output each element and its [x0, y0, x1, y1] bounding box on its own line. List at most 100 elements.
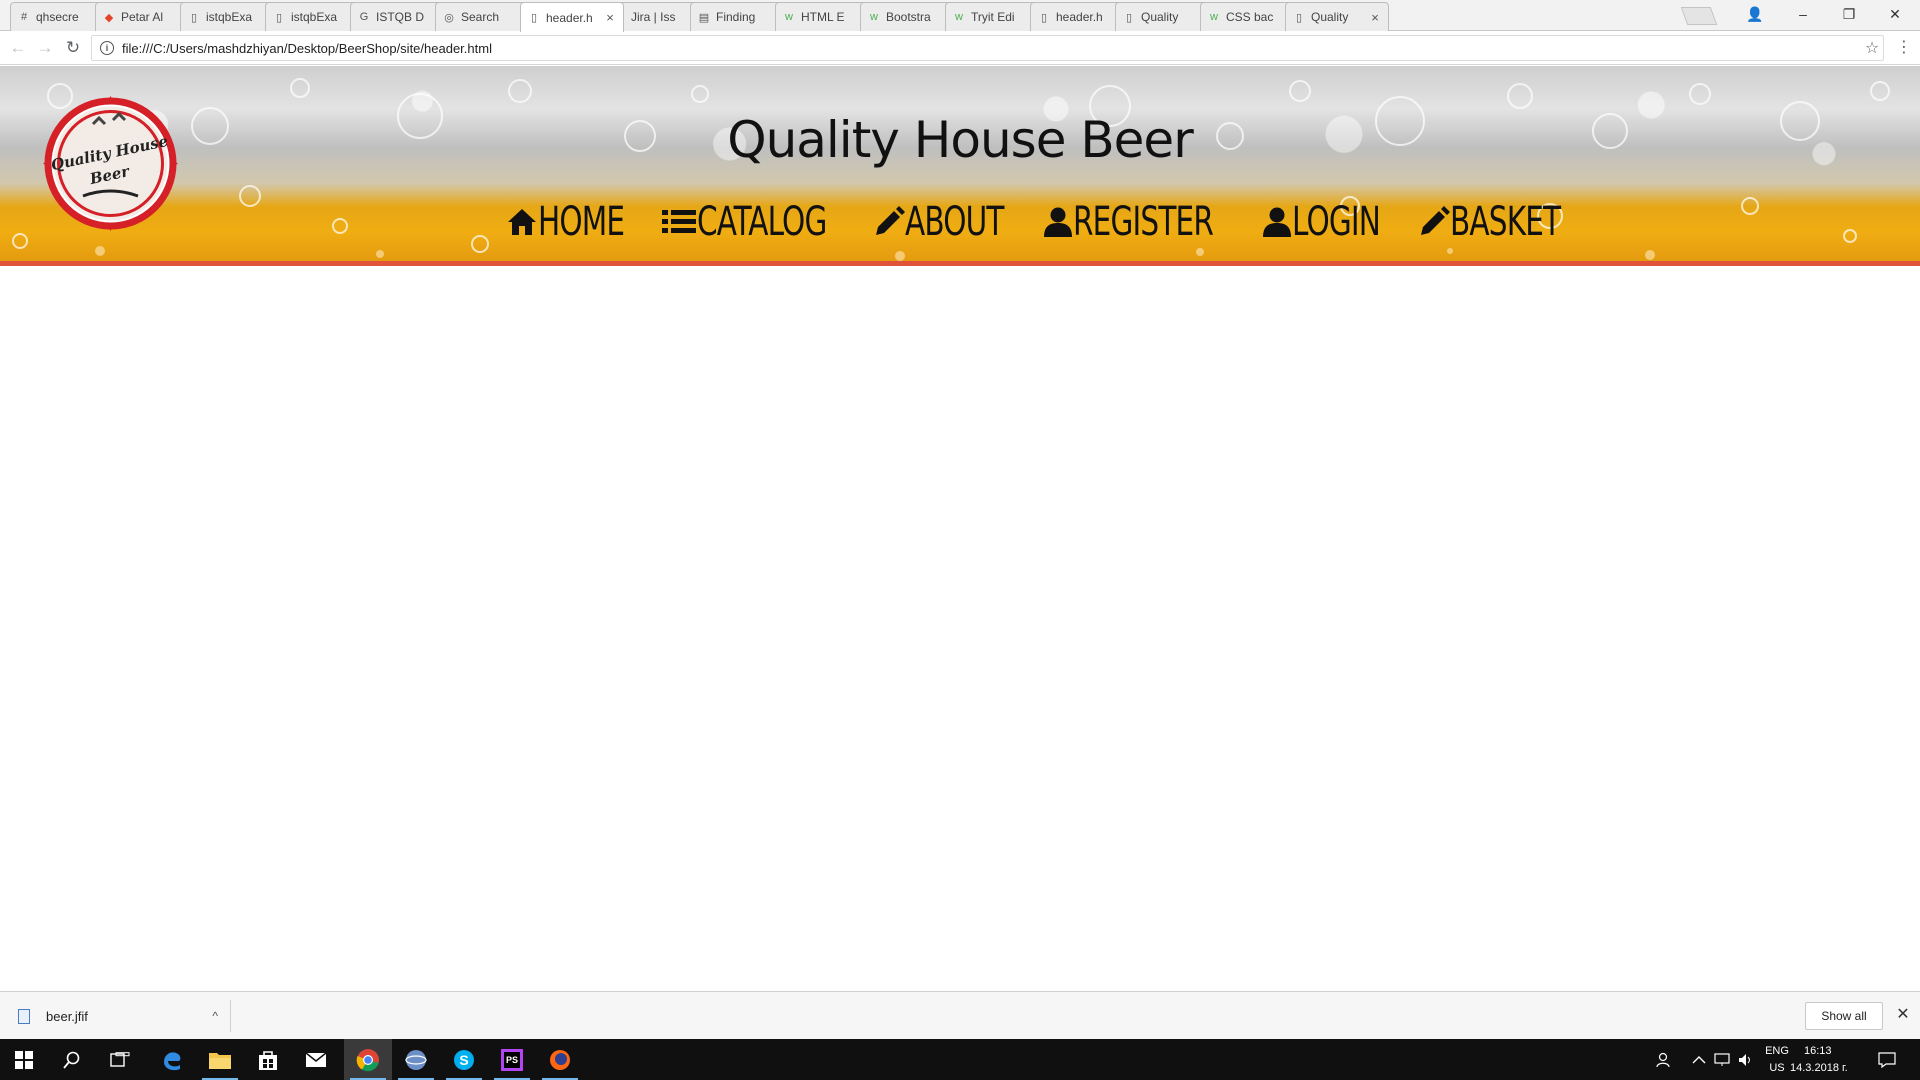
nav-home[interactable]: HOME — [506, 194, 643, 250]
user-icon — [1044, 207, 1073, 237]
tab-title: Quality — [1311, 10, 1349, 24]
hash-icon: # — [20, 11, 28, 23]
nav-basket[interactable]: BASKET — [1418, 194, 1584, 250]
download-shelf: beer.jfif ^ Show all ✕ — [0, 991, 1920, 1039]
chrome-taskbar-button[interactable] — [344, 1039, 392, 1080]
pencil-icon — [876, 206, 906, 235]
tab-title: Finding — [716, 10, 756, 24]
windows-logo-icon — [15, 1050, 33, 1069]
browser-toolbar: ← → ↻ i file:///C:/Users/mashdzhiyan/Des… — [0, 31, 1920, 65]
svg-text:PS: PS — [506, 1055, 518, 1065]
forward-button[interactable]: → — [33, 36, 57, 60]
address-bar[interactable]: i file:///C:/Users/mashdzhiyan/Desktop/B… — [91, 35, 1884, 61]
network-app-taskbar-button[interactable] — [392, 1039, 440, 1080]
url-text[interactable]: file:///C:/Users/mashdzhiyan/Desktop/Bee… — [122, 41, 1861, 56]
gitlab-icon: ◆ — [104, 11, 114, 24]
info-icon[interactable]: i — [100, 41, 114, 55]
nav-about-label: ABOUT — [905, 199, 1004, 245]
new-tab-button[interactable] — [1680, 7, 1718, 25]
language-indicator[interactable]: ENG US — [1763, 1043, 1791, 1077]
system-clock[interactable]: 16:13 14.3.2018 г. — [1790, 1043, 1870, 1077]
circle-icon: ◎ — [444, 11, 454, 24]
page-icon: ▯ — [1040, 11, 1048, 24]
tab-title: Search — [461, 10, 500, 24]
task-view-button[interactable] — [96, 1039, 144, 1080]
nav-register[interactable]: REGISTER — [1043, 194, 1244, 250]
action-center-icon[interactable] — [1878, 1039, 1896, 1080]
clock-time: 16:13 — [1804, 1045, 1832, 1057]
close-tab-icon[interactable]: × — [1368, 10, 1382, 25]
download-file-name: beer.jfif — [46, 1008, 88, 1024]
globe-app-icon — [405, 1049, 427, 1070]
mail-taskbar-button[interactable] — [292, 1039, 340, 1080]
tab-title: Petar Al — [121, 10, 164, 24]
network-icon[interactable] — [1714, 1039, 1732, 1080]
w3-icon: w — [870, 11, 878, 23]
svg-text:S: S — [459, 1052, 468, 1068]
browser-tab[interactable]: ▯ header.h × — [520, 2, 624, 32]
close-shelf-icon[interactable]: ✕ — [1893, 1004, 1913, 1028]
store-taskbar-button[interactable] — [244, 1039, 292, 1080]
start-button[interactable] — [0, 1039, 48, 1080]
tab-title: header.h — [546, 10, 593, 25]
minimize-button[interactable]: – — [1780, 0, 1826, 28]
show-hidden-icons-chevron-icon[interactable] — [1692, 1039, 1706, 1080]
account-icon[interactable]: 👤 — [1732, 0, 1778, 28]
back-button[interactable]: ← — [6, 36, 30, 60]
firefox-taskbar-button[interactable] — [536, 1039, 584, 1080]
chevron-up-icon[interactable]: ^ — [212, 1009, 218, 1023]
browser-tab-strip: #qhsecre×◆Petar Al×▯istqbExa×▯istqbExa×G… — [0, 0, 1920, 32]
nav-about[interactable]: ABOUT — [873, 194, 1025, 250]
people-icon[interactable] — [1655, 1039, 1671, 1080]
task-view-icon — [110, 1051, 130, 1067]
page-icon: ▯ — [275, 11, 283, 24]
nav-catalog[interactable]: CATALOG — [661, 194, 855, 250]
show-all-downloads-button[interactable]: Show all — [1805, 1002, 1883, 1030]
store-bag-icon — [259, 1050, 277, 1070]
phpstorm-taskbar-button[interactable]: PS — [488, 1039, 536, 1080]
nav-login[interactable]: LOGIN — [1262, 194, 1399, 250]
page-icon: ▯ — [1295, 11, 1303, 24]
browser-tab[interactable]: ▯ Quality × — [1285, 2, 1389, 31]
shelf-divider — [230, 1000, 231, 1032]
volume-icon[interactable] — [1738, 1039, 1754, 1080]
search-icon — [63, 1051, 80, 1069]
site-title: Quality House Beer — [727, 111, 1194, 169]
pencil-icon — [1420, 206, 1450, 235]
tab-title: HTML E — [801, 10, 845, 24]
tab-title: istqbExa — [291, 10, 338, 24]
page-icon: ▯ — [190, 11, 198, 24]
edge-icon — [164, 1051, 181, 1070]
mail-icon — [305, 1051, 327, 1067]
file-explorer-taskbar-button[interactable] — [196, 1039, 244, 1080]
tab-title: Jira | Iss — [631, 10, 676, 24]
nav-basket-label: BASKET — [1449, 199, 1561, 245]
chrome-icon — [356, 1048, 379, 1071]
user-icon — [1263, 207, 1292, 237]
firefox-icon — [550, 1049, 570, 1070]
nav-register-label: REGISTER — [1073, 199, 1214, 245]
close-tab-icon[interactable]: × — [603, 10, 617, 25]
tab-title: CSS bac — [1226, 10, 1274, 24]
header-divider — [0, 261, 1920, 266]
w3-icon: w — [1210, 11, 1218, 23]
tab-title: qhsecre — [36, 10, 79, 24]
browser-menu-button[interactable]: ⋮ — [1894, 37, 1914, 59]
clock-date: 14.3.2018 г. — [1790, 1062, 1848, 1074]
page-viewport: Quality House Beer Quality House Beer HO… — [0, 66, 1920, 991]
phpstorm-icon: PS — [501, 1048, 523, 1071]
home-icon — [508, 209, 536, 235]
tab-title: Quality — [1141, 10, 1179, 24]
restore-button[interactable]: ❐ — [1826, 0, 1872, 28]
bookmark-star-icon[interactable]: ☆ — [1861, 38, 1883, 58]
skype-taskbar-button[interactable]: S — [440, 1039, 488, 1080]
close-window-button[interactable]: ✕ — [1872, 0, 1918, 28]
reload-button[interactable]: ↻ — [61, 36, 85, 60]
book-icon: ▤ — [698, 11, 710, 24]
download-item[interactable]: beer.jfif ^ — [18, 1002, 218, 1030]
edge-taskbar-button[interactable] — [148, 1039, 196, 1080]
list-icon — [662, 210, 697, 233]
tab-title: Bootstra — [886, 10, 931, 24]
search-button[interactable] — [48, 1039, 96, 1080]
tab-title: istqbExa — [206, 10, 253, 24]
